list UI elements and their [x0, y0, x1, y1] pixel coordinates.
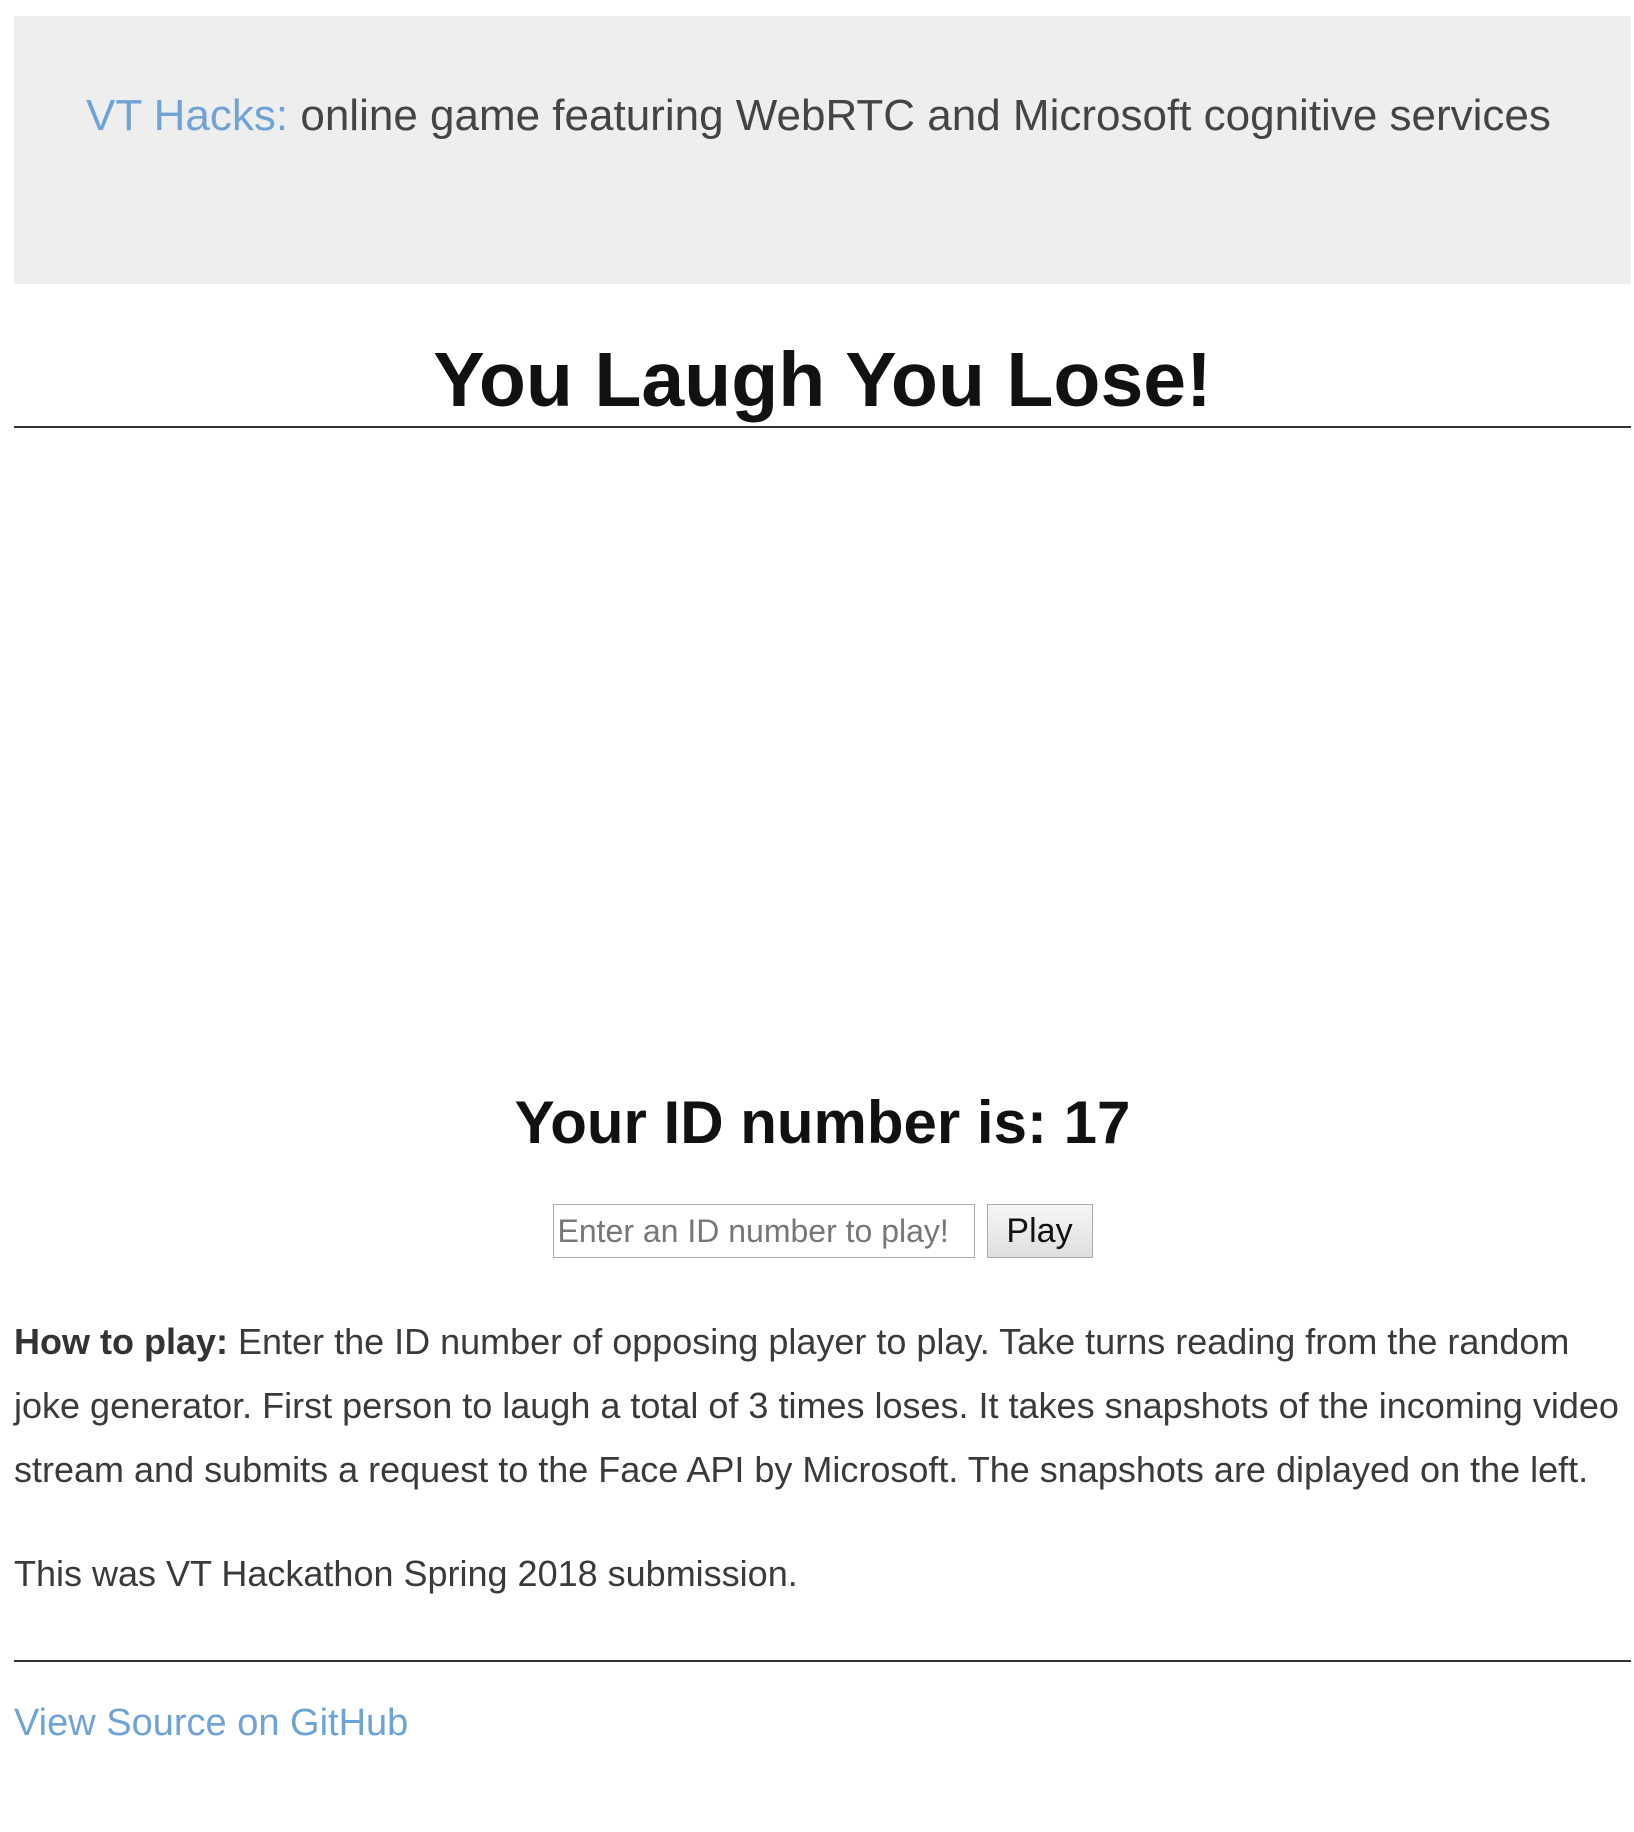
player-id-heading: Your ID number is: 17 — [514, 1089, 1131, 1156]
game-title: You Laugh You Lose! — [433, 337, 1212, 423]
hackathon-credit: This was VT Hackathon Spring 2018 submis… — [14, 1553, 798, 1594]
opponent-id-input[interactable] — [552, 1204, 975, 1258]
play-button[interactable]: Play — [986, 1204, 1093, 1258]
how-to-play-label: How to play: — [14, 1321, 228, 1362]
play-form: Play — [14, 1204, 1631, 1260]
how-to-play-text: How to play: Enter the ID number of oppo… — [14, 1310, 1631, 1502]
how-to-play-body: Enter the ID number of opposing player t… — [14, 1321, 1619, 1490]
page-container: VT Hacks: online game featuring WebRTC a… — [14, 16, 1631, 1748]
vt-hacks-link[interactable]: VT Hacks: — [86, 91, 288, 140]
video-area — [14, 428, 1631, 1088]
github-source-link[interactable]: View Source on GitHub — [14, 1698, 1631, 1748]
footer-divider — [14, 1660, 1631, 1662]
project-header: VT Hacks: online game featuring WebRTC a… — [14, 16, 1631, 284]
project-description: online game featuring WebRTC and Microso… — [300, 91, 1551, 140]
